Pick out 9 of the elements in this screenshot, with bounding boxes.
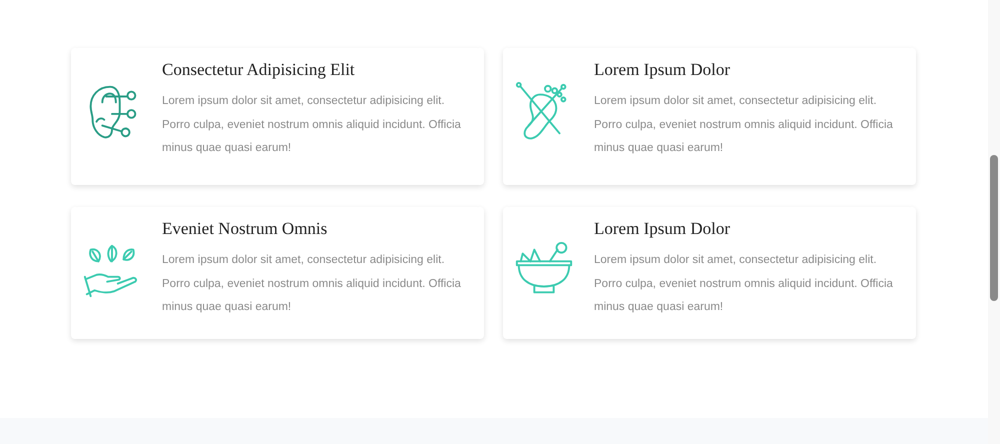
feature-title: Lorem Ipsum Dolor — [594, 218, 731, 240]
feature-title: Consectetur Adipisicing Elit — [162, 59, 356, 81]
feature-description: Lorem ipsum dolor sit amet, consectetur adipisicing elit. Porro culpa, eveniet nostrum omnis aliquid incidunt. Officia minus quae quasi earum! — [162, 253, 462, 315]
feature-description: Lorem ipsum dolor sit amet, consectetur adipisicing elit. Porro culpa, eveniet nostrum omnis aliquid incidunt. Officia minus quae quasi earum! — [594, 253, 894, 315]
feature-title: Lorem Ipsum Dolor — [594, 59, 731, 81]
feature-description: Lorem ipsum dolor sit amet, consectetur adipisicing elit. Porro culpa, eveniet nostrum omnis aliquid incidunt. Officia minus quae quasi earum! — [594, 94, 894, 156]
feature-title: Eveniet Nostrum Omnis — [162, 218, 328, 240]
feature-description: Lorem ipsum dolor sit amet, consectetur adipisicing elit. Porro culpa, eveniet nostrum omnis aliquid incidunt. Officia minus quae quasi earum! — [162, 94, 462, 156]
scrollbar-thumb[interactable] — [990, 155, 998, 301]
